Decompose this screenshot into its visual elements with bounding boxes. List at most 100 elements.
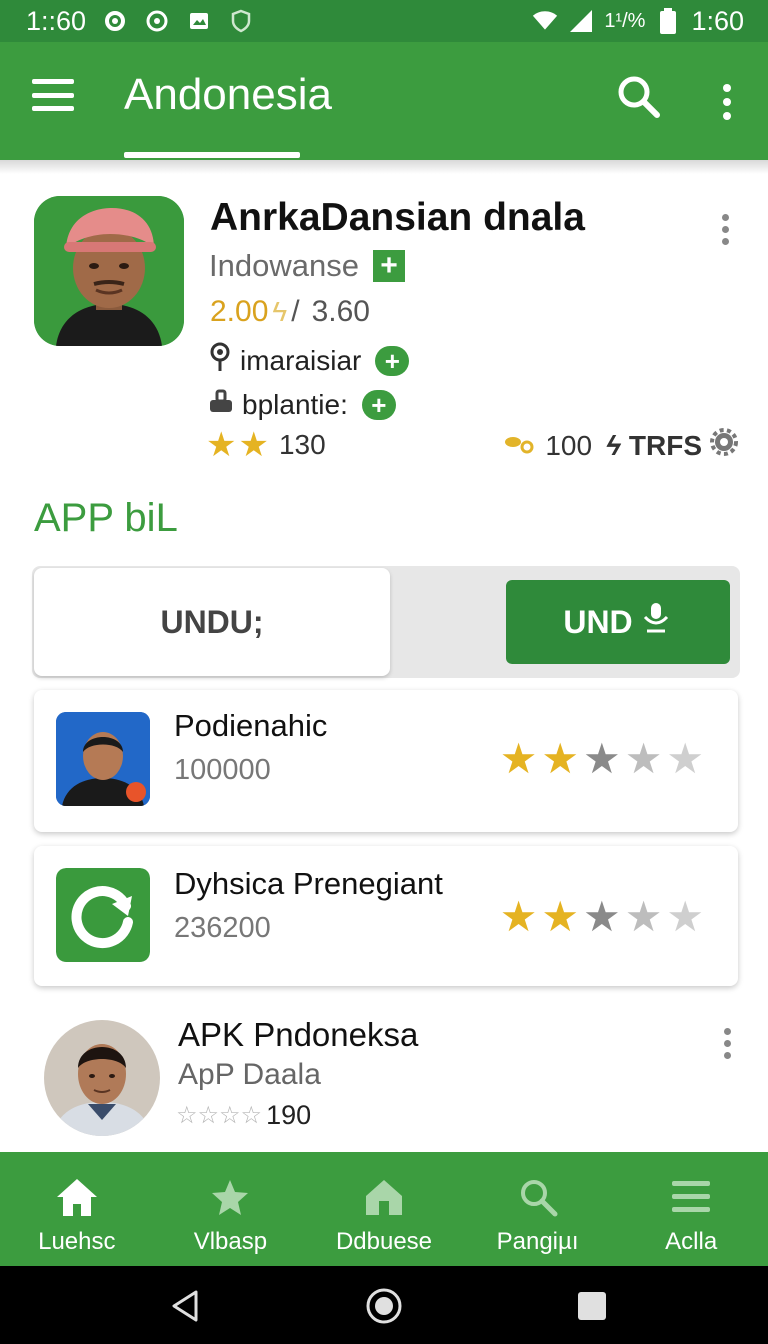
add-location-icon[interactable]: + (375, 345, 410, 376)
star-icon: ★ (541, 735, 580, 782)
nav-label: Pangiµı (496, 1228, 579, 1255)
nav-item-home[interactable]: Luehsc (0, 1152, 154, 1266)
nav-label: Aclla (665, 1228, 718, 1255)
featured-rating-count: 130 (278, 429, 326, 460)
star-icon: ★ (238, 426, 269, 464)
image-status-icon (186, 8, 212, 34)
home-icon (54, 1174, 100, 1220)
app-bar-shadow (0, 160, 768, 174)
featured-tag: TRFS (628, 429, 702, 461)
nav-label: Ddbuese (335, 1228, 433, 1255)
featured-downloads-row: 100 ϟ TRFS (503, 428, 738, 463)
list-item[interactable]: Dyhsica Prenegiant 236200 ★ ★ ★ ★ ★ (34, 846, 738, 986)
key-icon (503, 430, 537, 462)
bolt-icon: ϟ (272, 296, 288, 327)
featured-subtitle: Indowanse (209, 248, 359, 283)
add-icon[interactable]: + (372, 250, 405, 282)
star-icon: ★ (541, 893, 580, 940)
search-icon (515, 1174, 561, 1220)
star-icon: ★ (499, 893, 538, 940)
list-item-name: Dyhsica Prenegiant (174, 866, 443, 901)
featured-price-row: 2.00 ϟ / 3.60 (210, 295, 370, 329)
battery-icon (655, 8, 681, 34)
toggle-left-label: UNDU; (160, 603, 264, 640)
plain-item-subtitle: ApP Daala (178, 1058, 321, 1091)
featured-more-icon[interactable] (710, 206, 740, 246)
avatar (44, 1020, 160, 1136)
gear-icon[interactable] (710, 428, 738, 463)
list-item-count: 236200 (174, 912, 271, 944)
featured-price-main: 2.00 (210, 295, 269, 328)
recents-icon[interactable] (572, 1286, 612, 1326)
sync-status-icon (144, 8, 170, 34)
star-icon: ★ (624, 893, 663, 940)
toggle-right-button[interactable]: UND (506, 580, 730, 664)
home-circle-icon[interactable] (364, 1286, 404, 1326)
nav-item-browse[interactable]: Ddbuese (307, 1152, 461, 1266)
app-thumbnail (56, 868, 150, 962)
featured-platform-row: bplantie: + (208, 388, 396, 421)
list-item-count: 100000 (174, 754, 271, 786)
status-time-left: 1::60 (26, 5, 87, 36)
app-bar: Andonesia (0, 42, 768, 160)
star-outline-icon: ☆ (176, 1101, 198, 1129)
featured-platform: bplantie: (242, 388, 348, 420)
featured-location: imaraisiar (240, 344, 362, 376)
menu-icon[interactable] (30, 75, 76, 115)
price-separator: / (291, 295, 300, 328)
app-bar-title: Andonesia (124, 70, 332, 119)
plain-item-more-icon[interactable] (712, 1022, 742, 1062)
star-icon: ★ (583, 735, 621, 782)
back-icon[interactable] (166, 1286, 206, 1326)
battery-percent: 1¹/% (604, 9, 646, 32)
add-platform-icon[interactable]: + (361, 389, 396, 420)
signal-icon (568, 8, 594, 34)
nav-item-favorites[interactable]: Vlbasp (154, 1152, 308, 1266)
star-icon: ★ (666, 893, 704, 940)
list-icon (668, 1174, 714, 1220)
location-pin-icon (208, 342, 232, 379)
featured-rating: ★ ★ 130 (206, 428, 326, 462)
star-icon: ★ (583, 893, 621, 940)
star-outline-icon: ☆ (240, 1101, 263, 1129)
plain-item-rating: ☆ ☆ ☆ ☆ 190 (176, 1100, 311, 1131)
more-vert-icon[interactable] (712, 74, 742, 124)
star-icon (207, 1174, 253, 1220)
star-icon: ★ (666, 735, 704, 782)
plain-item-rating-count: 190 (266, 1100, 312, 1130)
featured-app-icon[interactable] (34, 196, 184, 346)
nav-item-all[interactable]: Aclla (614, 1152, 768, 1266)
settings-status-icon (102, 8, 128, 34)
toggle-left-button[interactable]: UNDU; (34, 568, 390, 676)
star-icon: ★ (206, 426, 237, 464)
plain-item-name: APK Pndoneksa (178, 1016, 419, 1053)
featured-price-alt: 3.60 (311, 295, 370, 328)
nav-label: Vlbasp (193, 1228, 268, 1255)
featured-app-title[interactable]: AnrkaDansian dnala (210, 196, 585, 240)
shield-status-icon (228, 8, 254, 34)
system-navigation-bar (0, 1266, 768, 1344)
list-item-stars: ★ ★ ★ ★ ★ (500, 896, 704, 938)
wifi-icon (532, 8, 558, 34)
house-icon (361, 1174, 407, 1220)
nav-item-search[interactable]: Pangiµı (461, 1152, 615, 1266)
list-item-name: Podienahic (174, 708, 328, 743)
platform-icon (208, 388, 234, 421)
status-time-right: 1:60 (691, 5, 744, 36)
status-bar: 1::60 1¹/% 1:60 (0, 0, 768, 42)
search-icon[interactable] (614, 72, 664, 122)
nav-label: Luehsc (38, 1228, 116, 1255)
toggle-right-label: UND (563, 603, 633, 640)
app-thumbnail (56, 712, 150, 806)
featured-subtitle-row: Indowanse + (209, 248, 405, 284)
star-icon: ★ (624, 735, 663, 782)
star-outline-icon: ☆ (219, 1101, 241, 1129)
section-title: APP biL (34, 496, 178, 540)
bolt-tag-icon: ϟ (606, 429, 621, 461)
list-item[interactable]: Podienahic 100000 ★ ★ ★ ★ ★ (34, 690, 738, 832)
star-outline-icon: ☆ (197, 1101, 220, 1129)
tab-indicator (124, 152, 300, 158)
segmented-toggle: UNDU; UND (32, 566, 740, 678)
list-item-stars: ★ ★ ★ ★ ★ (500, 738, 704, 780)
download-icon (639, 601, 673, 643)
